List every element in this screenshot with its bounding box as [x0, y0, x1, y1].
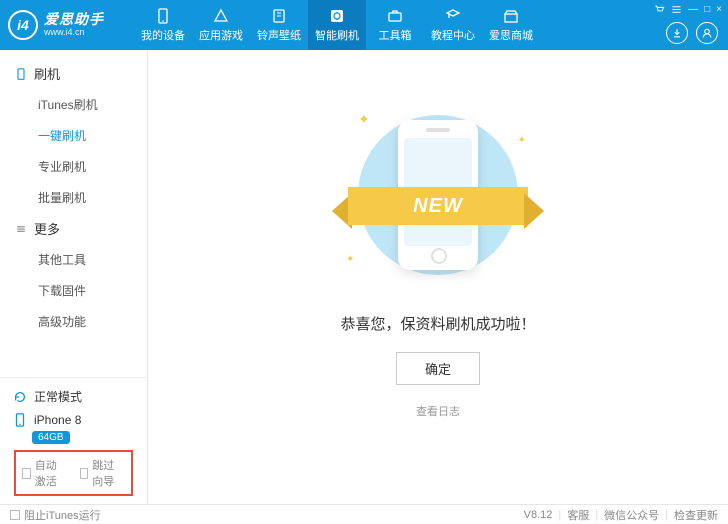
device-icon: [12, 413, 28, 427]
ok-button[interactable]: 确定: [396, 352, 480, 385]
success-message: 恭喜您，保资料刷机成功啦！: [340, 313, 535, 334]
cart-icon[interactable]: [654, 4, 665, 15]
support-link[interactable]: 客服: [567, 507, 589, 523]
section-title: 刷机: [34, 64, 60, 83]
apps-icon: [212, 7, 230, 25]
version-label: V8.12: [524, 509, 553, 521]
device-name[interactable]: iPhone 8: [10, 409, 137, 431]
store-icon: [502, 7, 520, 25]
sidebar-item-itunes-flash[interactable]: iTunes刷机: [0, 89, 147, 120]
device-icon: [154, 7, 172, 25]
nav-ringtones[interactable]: 铃声壁纸: [250, 0, 308, 50]
refresh-icon: [12, 390, 28, 404]
device-mode[interactable]: 正常模式: [10, 384, 137, 409]
wechat-link[interactable]: 微信公众号: [604, 507, 659, 523]
nav-label: 我的设备: [141, 27, 185, 43]
logo-icon: i4: [8, 10, 38, 40]
nav-apps[interactable]: 应用游戏: [192, 0, 250, 50]
app-title: 爱思助手: [44, 12, 104, 27]
app-url: www.i4.cn: [44, 28, 104, 38]
sidebar-section-more[interactable]: 更多: [0, 213, 147, 244]
block-itunes-checkbox[interactable]: 阻止iTunes运行: [10, 507, 101, 523]
toolbox-icon: [386, 7, 404, 25]
sidebar-item-pro-flash[interactable]: 专业刷机: [0, 151, 147, 182]
user-button[interactable]: [696, 22, 718, 44]
nav-my-device[interactable]: 我的设备: [134, 0, 192, 50]
sidebar-item-download-firmware[interactable]: 下载固件: [0, 275, 147, 306]
close-button[interactable]: ×: [716, 4, 722, 15]
sparkle-icon: ✦: [358, 111, 370, 128]
app-logo: i4 爱思助手 www.i4.cn: [8, 10, 134, 40]
mode-label: 正常模式: [34, 388, 82, 405]
success-illustration: ✦ ✦ ✦ NEW: [338, 105, 538, 295]
nav-label: 应用游戏: [199, 27, 243, 43]
tutorial-icon: [444, 7, 462, 25]
phone-icon: [14, 68, 28, 80]
main-nav: 我的设备 应用游戏 铃声壁纸 智能刷机 工具箱 教程中心 爱思商城: [134, 0, 540, 50]
flash-icon: [328, 7, 346, 25]
sidebar-item-batch-flash[interactable]: 批量刷机: [0, 182, 147, 213]
storage-badge: 64GB: [32, 431, 70, 444]
minimize-button[interactable]: —: [688, 4, 698, 15]
title-bar: i4 爱思助手 www.i4.cn 我的设备 应用游戏 铃声壁纸 智能刷机 工具…: [0, 0, 728, 50]
skip-guide-checkbox[interactable]: 跳过向导: [80, 457, 126, 489]
sidebar: 刷机 iTunes刷机 一键刷机 专业刷机 批量刷机 更多 其他工具 下载固件 …: [0, 50, 148, 504]
sidebar-item-advanced[interactable]: 高级功能: [0, 306, 147, 337]
maximize-button[interactable]: □: [704, 4, 710, 15]
ringtone-icon: [270, 7, 288, 25]
nav-tutorials[interactable]: 教程中心: [424, 0, 482, 50]
sidebar-item-other-tools[interactable]: 其他工具: [0, 244, 147, 275]
nav-flash[interactable]: 智能刷机: [308, 0, 366, 50]
menu-icon[interactable]: [671, 4, 682, 15]
nav-store[interactable]: 爱思商城: [482, 0, 540, 50]
auto-activate-checkbox[interactable]: 自动激活: [22, 457, 68, 489]
nav-label: 工具箱: [379, 27, 412, 43]
nav-label: 铃声壁纸: [257, 27, 301, 43]
section-title: 更多: [34, 219, 60, 238]
main-content: ✦ ✦ ✦ NEW 恭喜您，保资料刷机成功啦！ 确定 查看日志: [148, 50, 728, 504]
status-bar: 阻止iTunes运行 V8.12 | 客服 | 微信公众号 | 检查更新: [0, 504, 728, 524]
device-label: iPhone 8: [34, 413, 81, 427]
check-update-link[interactable]: 检查更新: [674, 507, 718, 523]
highlighted-options: 自动激活 跳过向导: [14, 450, 133, 496]
sidebar-item-oneclick-flash[interactable]: 一键刷机: [0, 120, 147, 151]
view-log-link[interactable]: 查看日志: [416, 403, 460, 419]
sparkle-icon: ✦: [346, 254, 354, 265]
more-icon: [14, 223, 28, 235]
nav-label: 爱思商城: [489, 27, 533, 43]
sidebar-section-flash[interactable]: 刷机: [0, 58, 147, 89]
new-ribbon: NEW: [332, 183, 544, 229]
window-controls: — □ ×: [654, 4, 722, 15]
nav-toolbox[interactable]: 工具箱: [366, 0, 424, 50]
nav-label: 智能刷机: [315, 27, 359, 43]
nav-label: 教程中心: [431, 27, 475, 43]
sparkle-icon: ✦: [518, 135, 526, 146]
download-button[interactable]: [666, 22, 688, 44]
